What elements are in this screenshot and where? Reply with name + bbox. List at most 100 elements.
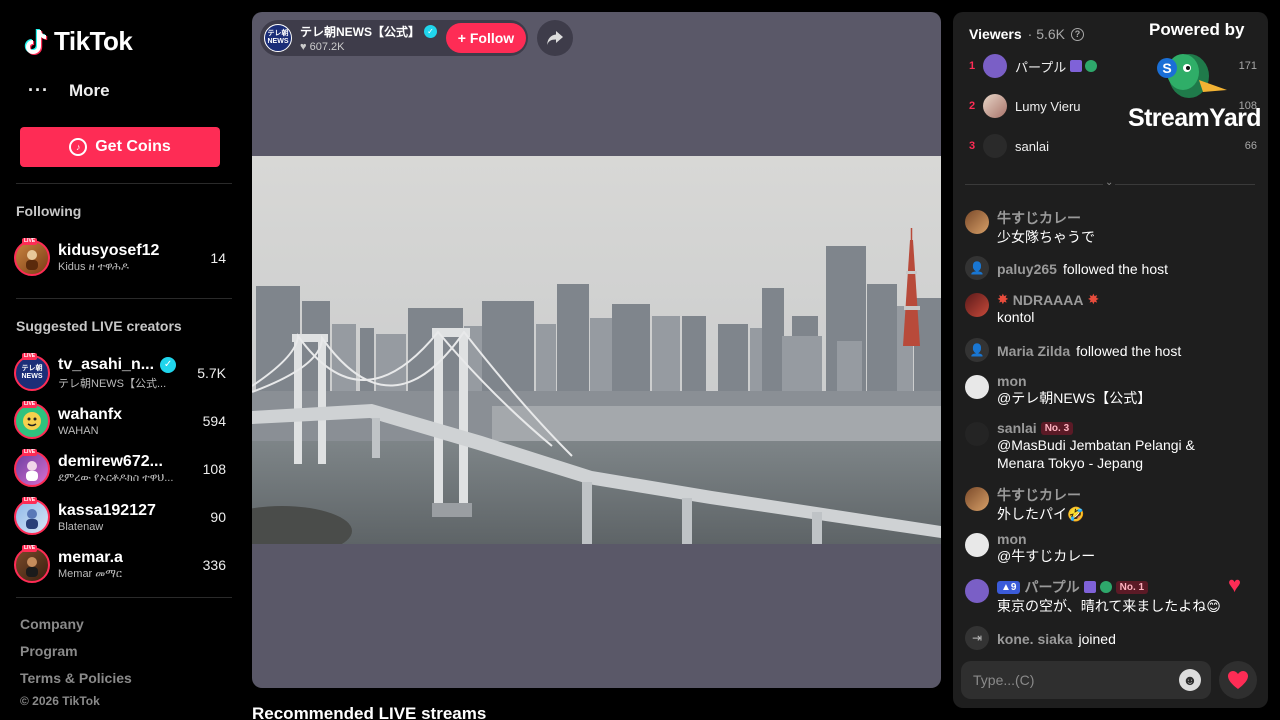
footer-link-terms[interactable]: Terms & Policies xyxy=(20,670,132,686)
suggested-item[interactable]: LIVE wahanfx WAHAN 594 xyxy=(14,401,226,441)
message-user-row: sanlai No. 3 xyxy=(997,420,1265,436)
chat-event: ⇥ kone. siaka joined xyxy=(965,626,1265,650)
message-user: sanlai xyxy=(997,420,1037,436)
chat-message[interactable]: 牛すじカレー 少女隊ちゃうで xyxy=(965,208,1265,246)
heart-icon: ♥ xyxy=(300,41,307,53)
more-dots-icon: ··· xyxy=(28,80,49,100)
live-badge: LIVE xyxy=(22,353,38,360)
avatar xyxy=(965,293,989,317)
more-menu[interactable]: ··· More xyxy=(28,80,110,101)
avatar xyxy=(983,134,1007,158)
chat-message[interactable]: sanlai No. 3 @MasBudi Jembatan Pelangi &… xyxy=(965,420,1265,472)
chevron-down-icon[interactable]: ⌄ xyxy=(1103,177,1116,188)
avatar-figure-icon xyxy=(26,461,38,481)
viewers-header[interactable]: Viewers · 5.6K ? xyxy=(969,26,1085,42)
chat-message[interactable]: 牛すじカレー 外したパイ🤣 xyxy=(965,485,1265,523)
svg-text:S: S xyxy=(1162,60,1171,76)
video-frame[interactable] xyxy=(252,156,941,544)
message-text: @MasBudi Jembatan Pelangi & Menara Tokyo… xyxy=(997,437,1195,471)
avatar xyxy=(983,54,1007,78)
suggested-item[interactable]: テレ朝 NEWS LIVE tv_asahi_n... ✓ テレ朝NEWS【公式.… xyxy=(14,353,226,393)
viewer-count: 108 xyxy=(202,461,226,477)
creator-name: demirew672... xyxy=(58,453,163,470)
live-badge: LIVE xyxy=(22,449,38,456)
chat-message[interactable]: ✸ NDRAAAA ✸ kontol xyxy=(965,291,1265,326)
message-text: kontol xyxy=(997,309,1035,325)
following-item[interactable]: LIVE kidusyosef12 Kidus ዘ ተዋሕዶ 14 xyxy=(14,238,226,278)
avatar xyxy=(14,547,50,583)
emoji-icon[interactable]: ☻ xyxy=(1179,669,1201,691)
chat-event: 👤 paluy265 followed the host xyxy=(965,256,1265,280)
follow-button[interactable]: + Follow xyxy=(446,23,526,53)
avatar xyxy=(14,240,50,276)
verified-icon: ✓ xyxy=(424,25,438,38)
live-stage[interactable]: テレ朝 NEWS テレ朝NEWS【公式】 ✓ ♥ 607.2K + Follow xyxy=(252,12,941,688)
gift-badge-icon xyxy=(1070,60,1083,72)
message-user: 牛すじカレー xyxy=(997,487,1081,503)
viewer-rank: 3 xyxy=(969,140,976,152)
footer-link-program[interactable]: Program xyxy=(20,643,78,659)
globe-icon xyxy=(1099,581,1112,593)
avatar xyxy=(965,210,989,234)
sparkle-icon: ✸ xyxy=(997,291,1009,307)
host-avatar-line2: NEWS xyxy=(267,38,289,45)
footer-link-company[interactable]: Company xyxy=(20,616,84,632)
live-badge: LIVE xyxy=(22,545,38,552)
suggested-item[interactable]: LIVE demirew672... ደምረው የኦርቶዶክስ ተዋህ... 1… xyxy=(14,449,226,489)
host-name-row[interactable]: テレ朝NEWS【公式】 ✓ xyxy=(300,23,440,40)
avatar xyxy=(14,499,50,535)
tiktok-logo[interactable]: TikTok xyxy=(24,26,133,57)
viewer-count: 90 xyxy=(210,509,226,525)
host-info-pill: テレ朝 NEWS テレ朝NEWS【公式】 ✓ ♥ 607.2K + Follow xyxy=(260,20,528,56)
more-label: More xyxy=(68,80,110,100)
event-user: Maria Zilda xyxy=(997,343,1071,359)
message-user-row: ▲9 パープル No. 1 xyxy=(997,577,1265,597)
avatar xyxy=(965,579,989,603)
chat-message[interactable]: mon @テレ朝NEWS【公式】 xyxy=(965,373,1265,407)
recommended-title: Recommended LIVE streams xyxy=(252,704,487,720)
chat-message[interactable]: mon @牛すじカレー xyxy=(965,531,1265,565)
event-text: joined xyxy=(1078,631,1116,647)
avatar-figure-icon xyxy=(26,250,38,270)
avatar xyxy=(14,403,50,439)
message-user: パープル xyxy=(1024,579,1080,595)
suggested-item[interactable]: LIVE memar.a Memar መማር 336 xyxy=(14,545,226,585)
chat-message[interactable]: ▲9 パープル No. 1 東京の空が、晴れて来ましたよね😊 xyxy=(965,577,1265,615)
message-text: 外したパイ🤣 xyxy=(997,506,1085,522)
viewer-name: Lumy Vieru xyxy=(1015,98,1081,114)
get-coins-button[interactable]: ♪ Get Coins xyxy=(20,127,220,167)
rank-badge: No. 3 xyxy=(1040,421,1074,435)
viewer-count: 336 xyxy=(202,557,226,573)
viewer-rank: 2 xyxy=(969,100,976,112)
message-user: mon xyxy=(997,531,1027,547)
share-arrow-icon xyxy=(547,31,563,45)
event-user: paluy265 xyxy=(997,261,1057,277)
viewer-count: 14 xyxy=(210,250,226,266)
join-icon: ⇥ xyxy=(965,626,989,650)
coin-icon: ♪ xyxy=(69,138,88,156)
creator-subtitle: テレ朝NEWS【公式... xyxy=(58,377,167,390)
top-viewer-row[interactable]: 3 sanlai 66 xyxy=(969,134,1257,158)
viewer-score: 66 xyxy=(1244,140,1257,152)
host-name: テレ朝NEWS【公式】 xyxy=(300,25,421,39)
creator-subtitle: ደምረው የኦርቶዶክስ ተዋህ... xyxy=(58,472,174,484)
suggested-item[interactable]: LIVE kassa192127 Blatenaw 90 xyxy=(14,497,226,537)
chat-input[interactable]: Type...(C) ☻ xyxy=(961,661,1211,699)
viewer-count: 594 xyxy=(202,413,226,429)
level-badge: ▲9 xyxy=(997,580,1021,594)
creator-subtitle: Blatenaw xyxy=(58,520,104,533)
help-icon[interactable]: ? xyxy=(1071,27,1085,41)
level-value: 9 xyxy=(1010,581,1017,593)
like-button[interactable] xyxy=(1219,661,1257,699)
powered-by-label: Powered by xyxy=(1149,20,1245,39)
host-avatar[interactable]: テレ朝 NEWS xyxy=(264,24,292,52)
copyright: © 2026 TikTok xyxy=(20,694,100,708)
message-user: 牛すじカレー xyxy=(997,210,1081,226)
message-user-row: ✸ NDRAAAA ✸ xyxy=(997,291,1265,308)
viewer-count: 5.7K xyxy=(197,365,226,381)
viewer-name: パープル xyxy=(1015,59,1067,75)
event-text: followed the host xyxy=(1076,343,1182,359)
creator-name: tv_asahi_n... xyxy=(58,355,155,373)
share-button[interactable] xyxy=(537,20,573,56)
message-text: @牛すじカレー xyxy=(997,548,1096,564)
